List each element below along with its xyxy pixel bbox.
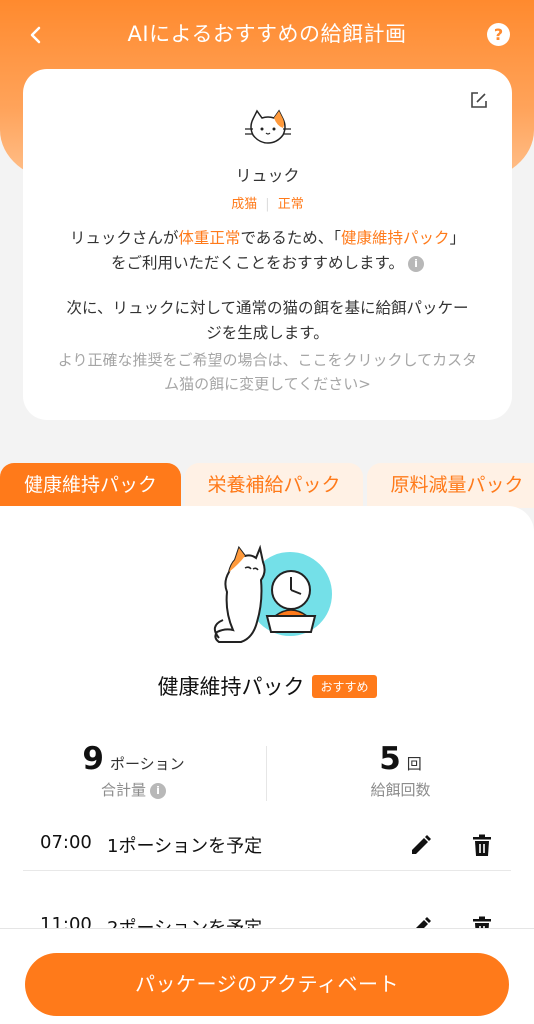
page-title: AIによるおすすめの給餌計画 [127, 22, 407, 46]
total-amount-label: 合計量 [100, 781, 146, 799]
edit-icon[interactable] [470, 91, 488, 109]
tag-life-stage: 成猫 [231, 197, 258, 212]
custom-link-line1: より正確な推奨をご希望の場合は、ここをクリックしてカスタ [57, 351, 478, 369]
cat-tags: 成猫 | 正常 [23, 193, 512, 212]
cat-profile-card: リュック 成猫 | 正常 リュックさんが体重正常であるため、「健康維持パック」 をご… [23, 69, 512, 420]
top-bar: AIによるおすすめの給餌計画 ? [0, 0, 534, 70]
plan-title: 健康維持パック [157, 675, 305, 699]
rec-weight-status: 体重正常 [178, 229, 241, 247]
plan-tabs: 健康維持パック 栄養補給パック 原料減量パック [0, 463, 534, 508]
recommended-badge: おすすめ [312, 674, 377, 698]
pencil-icon[interactable] [409, 833, 433, 857]
total-amount-stat: 9 ポーション 合計量 i [0, 741, 267, 800]
activate-package-button[interactable]: パッケージのアクティベート [25, 953, 509, 1016]
rec-close: 」 [449, 229, 466, 247]
feeding-count-unit: 回 [406, 755, 422, 773]
plan-title-row: 健康維持パック おすすめ [0, 671, 534, 701]
help-icon[interactable]: ? [487, 23, 510, 46]
schedule-portion: 1ポーションを予定 [107, 836, 263, 857]
rec-middle: であるため、「 [240, 229, 342, 247]
tab-nutrition-supplement[interactable]: 栄養補給パック [185, 463, 363, 508]
feeding-count-value: 5 [379, 741, 401, 777]
generation-text: 次に、リュックに対して通常の猫の餌を基に給餌パッケー ジを生成します。 [43, 296, 492, 346]
custom-link-line2: ム猫の餌に変更してください> [164, 375, 371, 393]
tab-health-maintenance[interactable]: 健康維持パック [0, 463, 181, 508]
feeding-count-stat: 5回 給餌回数 [267, 741, 534, 800]
custom-food-link[interactable]: より正確な推奨をご希望の場合は、ここをクリックしてカスタ ム猫の餌に変更してくだ… [43, 348, 492, 396]
rec-pack-name: 健康維持パック [341, 229, 450, 247]
cat-name: リュック [235, 166, 300, 185]
total-amount-value: 9 [82, 741, 104, 777]
cat-avatar-icon [245, 109, 291, 144]
schedule-time: 07:00 [40, 832, 92, 853]
generation-text-line2: ジを生成します。 [206, 324, 329, 342]
total-amount-unit: ポーション [109, 755, 185, 773]
tag-separator: | [265, 197, 270, 212]
cat-feeding-illustration [213, 544, 332, 643]
recommendation-text: リュックさんが体重正常であるため、「健康維持パック」 をご利用いただくことをおす… [43, 226, 492, 276]
info-icon[interactable]: i [407, 256, 424, 272]
rec-prefix: リュックさんが [69, 229, 179, 247]
rec-suffix: をご利用いただくことをおすすめします。 [111, 254, 404, 272]
schedule-row: 07:00 1ポーションを予定 [23, 819, 511, 871]
info-icon[interactable]: i [150, 783, 166, 799]
trash-icon[interactable] [470, 833, 494, 857]
feeding-count-label: 給餌回数 [370, 781, 431, 799]
bottom-action-bar: パッケージのアクティベート [0, 928, 534, 1024]
tag-weight-status: 正常 [277, 197, 304, 212]
tab-weight-reduction[interactable]: 原料減量パック [367, 463, 534, 508]
generation-text-line1: 次に、リュックに対して通常の猫の餌を基に給餌パッケー [66, 299, 469, 317]
